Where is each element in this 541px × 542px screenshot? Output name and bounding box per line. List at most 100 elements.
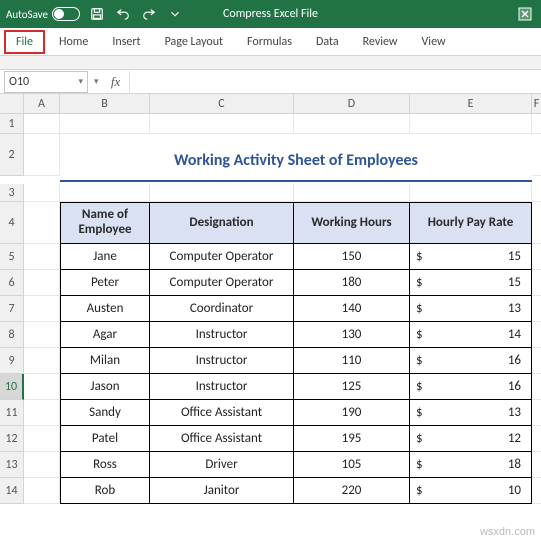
- table-cell-rate[interactable]: $16: [410, 374, 532, 400]
- table-cell-rate[interactable]: $14: [410, 322, 532, 348]
- autosave-toggle[interactable]: [52, 7, 80, 21]
- tab-file[interactable]: File: [4, 30, 45, 54]
- table-cell-rate[interactable]: $15: [410, 270, 532, 296]
- cell[interactable]: [24, 348, 60, 374]
- table-cell-name[interactable]: Jason: [60, 374, 150, 400]
- cell[interactable]: [24, 426, 60, 452]
- col-header-c[interactable]: C: [150, 94, 294, 114]
- tab-data[interactable]: Data: [304, 28, 351, 56]
- cell[interactable]: [24, 296, 60, 322]
- row-header[interactable]: 14: [0, 478, 24, 504]
- table-cell-designation[interactable]: Office Assistant: [150, 400, 294, 426]
- table-cell-hours[interactable]: 190: [294, 400, 410, 426]
- cell[interactable]: [532, 202, 541, 244]
- table-cell-designation[interactable]: Computer Operator: [150, 244, 294, 270]
- worksheet-grid[interactable]: A B C D E F 1 2 Working Activity Sheet o…: [0, 94, 541, 244]
- table-cell-designation[interactable]: Instructor: [150, 374, 294, 400]
- table-cell-rate[interactable]: $13: [410, 400, 532, 426]
- cell[interactable]: [294, 184, 410, 202]
- cell[interactable]: [532, 114, 541, 134]
- row-header[interactable]: 1: [0, 114, 24, 134]
- table-cell-name[interactable]: Jane: [60, 244, 150, 270]
- tab-page-layout[interactable]: Page Layout: [153, 28, 235, 56]
- row-header[interactable]: 7: [0, 296, 24, 322]
- table-cell-hours[interactable]: 220: [294, 478, 410, 504]
- row-header[interactable]: 12: [0, 426, 24, 452]
- table-cell-rate[interactable]: $16: [410, 348, 532, 374]
- cell[interactable]: [294, 114, 410, 134]
- table-cell-hours[interactable]: 180: [294, 270, 410, 296]
- cell[interactable]: [532, 452, 541, 478]
- formula-expand-icon[interactable]: ▾: [94, 76, 99, 87]
- table-cell-hours[interactable]: 125: [294, 374, 410, 400]
- table-cell-designation[interactable]: Janitor: [150, 478, 294, 504]
- cell[interactable]: [24, 374, 60, 400]
- table-cell-hours[interactable]: 195: [294, 426, 410, 452]
- table-cell-name[interactable]: Sandy: [60, 400, 150, 426]
- cell[interactable]: [24, 270, 60, 296]
- table-header-rate[interactable]: Hourly Pay Rate: [410, 202, 532, 244]
- col-header-a[interactable]: A: [24, 94, 60, 114]
- table-cell-name[interactable]: Ross: [60, 452, 150, 478]
- tab-home[interactable]: Home: [47, 28, 100, 56]
- row-header[interactable]: 4: [0, 202, 24, 244]
- row-header[interactable]: 2: [0, 134, 24, 176]
- col-header-e[interactable]: E: [410, 94, 532, 114]
- table-cell-name[interactable]: Patel: [60, 426, 150, 452]
- table-cell-hours[interactable]: 140: [294, 296, 410, 322]
- table-cell-name[interactable]: Milan: [60, 348, 150, 374]
- table-cell-designation[interactable]: Driver: [150, 452, 294, 478]
- table-cell-hours[interactable]: 110: [294, 348, 410, 374]
- row-header[interactable]: 10: [0, 374, 24, 400]
- cell[interactable]: [60, 184, 150, 202]
- table-header-hours[interactable]: Working Hours: [294, 202, 410, 244]
- cell[interactable]: [532, 270, 541, 296]
- cell[interactable]: [24, 114, 60, 134]
- cell[interactable]: [24, 400, 60, 426]
- cell[interactable]: [24, 322, 60, 348]
- cell[interactable]: [532, 400, 541, 426]
- table-cell-hours[interactable]: 150: [294, 244, 410, 270]
- table-cell-rate[interactable]: $13: [410, 296, 532, 322]
- table-cell-name[interactable]: Rob: [60, 478, 150, 504]
- cell[interactable]: [24, 184, 60, 202]
- cell[interactable]: [24, 452, 60, 478]
- sheet-title[interactable]: Working Activity Sheet of Employees: [60, 140, 532, 182]
- row-header[interactable]: 8: [0, 322, 24, 348]
- tab-formulas[interactable]: Formulas: [235, 28, 304, 56]
- tab-insert[interactable]: Insert: [100, 28, 152, 56]
- table-cell-rate[interactable]: $18: [410, 452, 532, 478]
- redo-icon[interactable]: [142, 7, 156, 21]
- cell[interactable]: [24, 134, 60, 176]
- cell[interactable]: [150, 184, 294, 202]
- undo-icon[interactable]: [116, 7, 130, 21]
- tab-review[interactable]: Review: [351, 28, 410, 56]
- table-cell-rate[interactable]: $10: [410, 478, 532, 504]
- cell[interactable]: [24, 202, 60, 244]
- cell[interactable]: [532, 348, 541, 374]
- row-header[interactable]: 11: [0, 400, 24, 426]
- select-all-corner[interactable]: [0, 94, 24, 114]
- autosave-group[interactable]: AutoSave: [6, 7, 80, 21]
- col-header-f[interactable]: F: [532, 94, 541, 114]
- table-cell-rate[interactable]: $15: [410, 244, 532, 270]
- table-cell-hours[interactable]: 130: [294, 322, 410, 348]
- cell[interactable]: [532, 322, 541, 348]
- name-box[interactable]: O10 ▾: [4, 71, 88, 93]
- table-header-designation[interactable]: Designation: [150, 202, 294, 244]
- row-header[interactable]: 9: [0, 348, 24, 374]
- table-cell-designation[interactable]: Instructor: [150, 348, 294, 374]
- tab-view[interactable]: View: [410, 28, 458, 56]
- table-cell-name[interactable]: Peter: [60, 270, 150, 296]
- cell[interactable]: [532, 374, 541, 400]
- table-cell-rate[interactable]: $12: [410, 426, 532, 452]
- cell[interactable]: [24, 478, 60, 504]
- fx-button[interactable]: fx: [105, 74, 127, 90]
- cell[interactable]: [410, 184, 532, 202]
- cell[interactable]: [532, 426, 541, 452]
- qat-dropdown-icon[interactable]: [168, 7, 182, 21]
- cell[interactable]: [532, 244, 541, 270]
- table-cell-name[interactable]: Austen: [60, 296, 150, 322]
- col-header-d[interactable]: D: [294, 94, 410, 114]
- row-header[interactable]: 13: [0, 452, 24, 478]
